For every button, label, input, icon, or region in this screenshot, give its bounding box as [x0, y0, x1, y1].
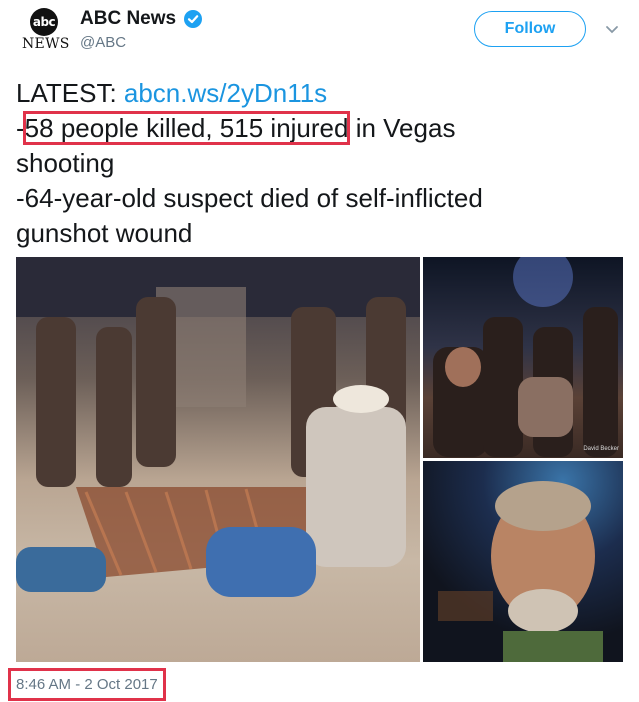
abc-logo-wordmark: NEWS: [22, 36, 70, 52]
tweet-line-1: LATEST: abcn.ws/2yDn11s: [16, 76, 616, 111]
latest-prefix: LATEST:: [16, 78, 124, 108]
highlighted-casualty-count: 58 people killed, 515 injured: [22, 111, 351, 145]
abc-logo: abc: [30, 8, 58, 36]
photo-suspect-portrait[interactable]: [423, 461, 623, 662]
photo-crowd-fleeing[interactable]: David Becker: [423, 257, 623, 458]
tweet-line-3: shooting: [16, 148, 115, 178]
photo-crowd-scene[interactable]: [16, 257, 420, 662]
tweet-line-4: -64-year-old suspect died of self-inflic…: [16, 183, 483, 213]
chevron-down-icon[interactable]: [602, 20, 622, 40]
tweet-text-rest: in Vegas: [348, 113, 456, 143]
photo-credit: David Becker: [583, 446, 619, 452]
avatar[interactable]: abc NEWS: [22, 6, 70, 52]
photo-grid: David Becker: [16, 257, 623, 662]
verified-badge-icon: [184, 10, 202, 28]
timestamp-text[interactable]: 8:46 AM - 2 Oct 2017: [8, 668, 166, 701]
tweet-line-5: gunshot wound: [16, 218, 193, 248]
dash: -: [16, 113, 25, 143]
tweet-timestamp[interactable]: 8:46 AM - 2 Oct 2017: [8, 668, 166, 701]
tweet-line-2: -58 people killed, 515 injured in Vegas: [16, 111, 616, 146]
tweet-link[interactable]: abcn.ws/2yDn11s: [124, 78, 327, 108]
follow-button[interactable]: Follow: [474, 11, 586, 47]
tweet-text: LATEST: abcn.ws/2yDn11s -58 people kille…: [16, 76, 616, 251]
account-name[interactable]: ABC News: [80, 8, 176, 30]
account-handle[interactable]: @ABC: [80, 34, 126, 51]
